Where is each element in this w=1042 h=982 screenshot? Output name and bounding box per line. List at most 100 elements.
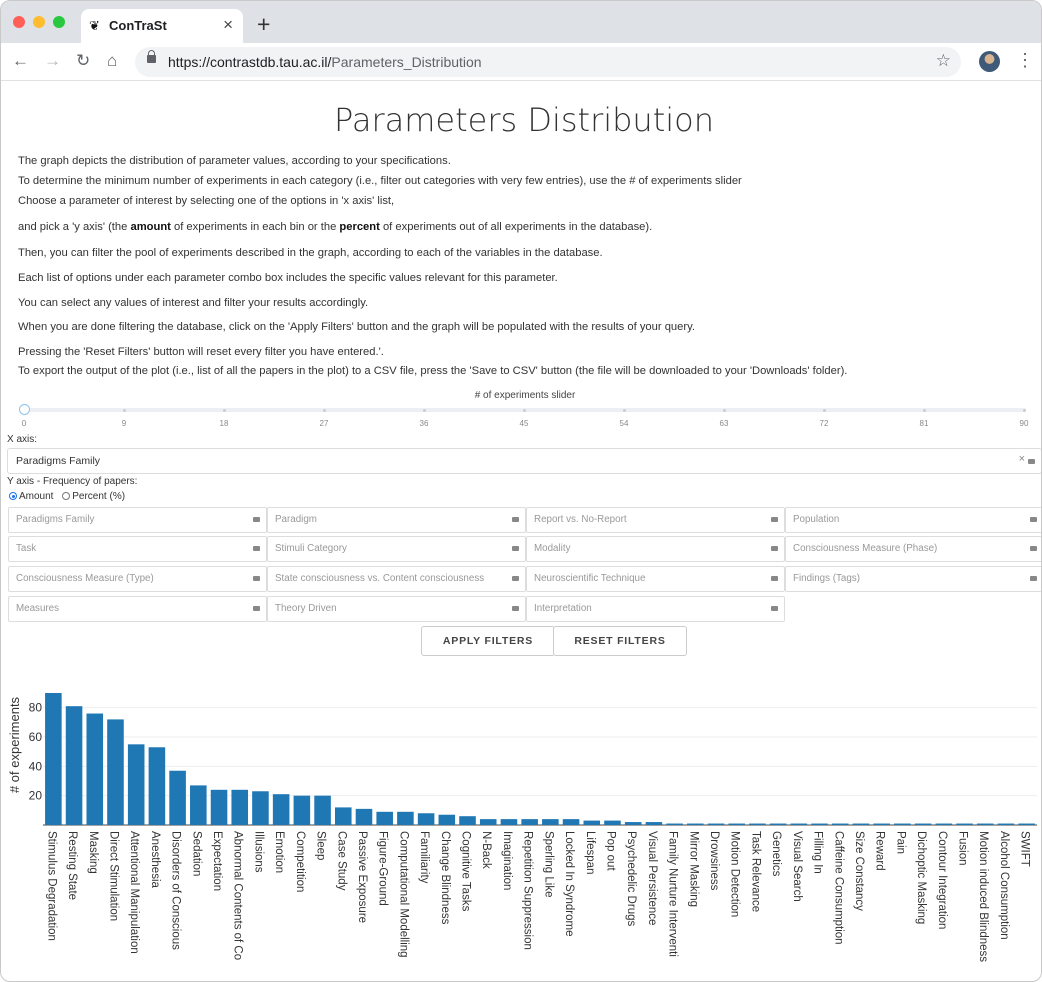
new-tab-icon[interactable]: + — [257, 12, 270, 36]
dropdown-handle-icon[interactable] — [512, 517, 519, 522]
tab-contrast[interactable]: ❦ ConTraSt × — [81, 9, 243, 43]
filter-select-stimuli-category[interactable]: Stimuli Category — [267, 536, 526, 562]
bar[interactable] — [210, 789, 228, 825]
dropdown-handle-icon[interactable] — [512, 546, 519, 551]
filter-select-theory-driven[interactable]: Theory Driven — [267, 596, 526, 622]
bar[interactable] — [459, 816, 476, 825]
bar[interactable] — [293, 795, 311, 825]
bar[interactable] — [169, 770, 186, 825]
filter-select-modality[interactable]: Modality — [526, 536, 785, 562]
bar[interactable] — [562, 819, 580, 825]
back-arrow-icon[interactable]: ← — [12, 51, 29, 71]
dropdown-handle-icon[interactable] — [253, 606, 260, 611]
bar[interactable] — [604, 820, 621, 825]
experiments-slider-handle[interactable] — [19, 404, 30, 415]
address-bar[interactable]: https://contrastdb.tau.ac.il/Parameters_… — [135, 47, 961, 77]
filter-select-interpretation[interactable]: Interpretation — [526, 596, 785, 622]
dropdown-handle-icon[interactable] — [1028, 459, 1035, 464]
reset-filters-button[interactable]: RESET FILTERS — [553, 626, 687, 656]
filter-select-report-vs-no-report[interactable]: Report vs. No-Report — [526, 507, 785, 533]
bar[interactable] — [127, 744, 145, 825]
dropdown-handle-icon[interactable] — [1030, 576, 1037, 581]
filter-select-population[interactable]: Population — [785, 507, 1041, 533]
bar[interactable] — [707, 823, 725, 825]
bar[interactable] — [148, 747, 166, 825]
bar[interactable] — [624, 822, 642, 825]
bar[interactable] — [790, 823, 808, 825]
dropdown-handle-icon[interactable] — [771, 546, 778, 551]
bar[interactable] — [231, 789, 249, 825]
filter-select-paradigm[interactable]: Paradigm — [267, 507, 526, 533]
dropdown-handle-icon[interactable] — [253, 546, 260, 551]
maximize-window-button[interactable] — [53, 16, 65, 28]
bar[interactable] — [852, 823, 870, 825]
filter-select-consciousness-measure-phase[interactable]: Consciousness Measure (Phase) — [785, 536, 1041, 562]
radio-amount-indicator[interactable] — [9, 492, 17, 500]
bar[interactable] — [397, 811, 414, 825]
clear-x-axis-icon[interactable]: × — [1019, 453, 1025, 465]
bar[interactable] — [107, 719, 124, 825]
bar[interactable] — [272, 794, 290, 825]
bar[interactable] — [666, 823, 683, 825]
bar[interactable] — [997, 823, 1015, 825]
filter-select-consciousness-measure-type[interactable]: Consciousness Measure (Type) — [8, 566, 267, 592]
filter-select-neuroscientific-technique[interactable]: Neuroscientific Technique — [526, 566, 785, 592]
profile-avatar[interactable] — [979, 51, 1000, 72]
forward-arrow-icon[interactable]: → — [44, 51, 61, 71]
dropdown-handle-icon[interactable] — [512, 606, 519, 611]
bar[interactable] — [831, 823, 849, 825]
bar[interactable] — [769, 823, 787, 825]
bar[interactable] — [86, 713, 104, 825]
bar[interactable] — [314, 795, 331, 825]
dropdown-handle-icon[interactable] — [771, 517, 778, 522]
dropdown-handle-icon[interactable] — [512, 576, 519, 581]
dropdown-handle-icon[interactable] — [1030, 546, 1037, 551]
radio-amount[interactable]: Amount — [9, 491, 53, 502]
reload-icon[interactable]: ↻ — [76, 51, 90, 71]
bar[interactable] — [894, 823, 911, 825]
dropdown-handle-icon[interactable] — [771, 576, 778, 581]
bar[interactable] — [914, 823, 932, 825]
dropdown-handle-icon[interactable] — [253, 517, 260, 522]
menu-kebab-icon[interactable]: ⋮ — [1016, 50, 1034, 71]
bar[interactable] — [190, 785, 207, 825]
bar[interactable] — [749, 823, 766, 825]
bookmark-star-icon[interactable]: ☆ — [936, 51, 951, 71]
home-icon[interactable]: ⌂ — [107, 51, 117, 71]
filter-select-findings-tags[interactable]: Findings (Tags) — [785, 566, 1041, 592]
bar[interactable] — [500, 819, 518, 825]
bar[interactable] — [438, 814, 456, 825]
bar[interactable] — [687, 823, 704, 825]
radio-percent[interactable]: Percent (%) — [62, 491, 125, 502]
bar[interactable] — [65, 706, 83, 825]
bar[interactable] — [728, 823, 746, 825]
bar[interactable] — [45, 693, 62, 825]
bar[interactable] — [252, 791, 269, 825]
bar[interactable] — [417, 813, 435, 825]
bar[interactable] — [334, 807, 352, 825]
filter-select-task[interactable]: Task — [8, 536, 267, 562]
dropdown-handle-icon[interactable] — [253, 576, 260, 581]
bar[interactable] — [935, 823, 953, 825]
bar[interactable] — [583, 820, 601, 825]
bar[interactable] — [811, 823, 828, 825]
filter-select-paradigms-family[interactable]: Paradigms Family — [8, 507, 267, 533]
filter-select-state-consciousness-vs-content-consciousness[interactable]: State consciousness vs. Content consciou… — [267, 566, 526, 592]
bar[interactable] — [376, 811, 393, 825]
bar[interactable] — [479, 819, 497, 825]
dropdown-handle-icon[interactable] — [1030, 517, 1037, 522]
bar[interactable] — [976, 823, 994, 825]
minimize-window-button[interactable] — [33, 16, 45, 28]
filter-select-measures[interactable]: Measures — [8, 596, 267, 622]
bar[interactable] — [873, 823, 890, 825]
bar[interactable] — [1018, 823, 1035, 825]
close-window-button[interactable] — [13, 16, 25, 28]
bar[interactable] — [355, 808, 373, 825]
bar[interactable] — [645, 822, 663, 825]
close-tab-icon[interactable]: × — [223, 15, 233, 35]
bar[interactable] — [956, 823, 973, 825]
dropdown-handle-icon[interactable] — [771, 606, 778, 611]
apply-filters-button[interactable]: APPLY FILTERS — [421, 626, 555, 656]
bar[interactable] — [542, 819, 559, 825]
bar[interactable] — [521, 819, 538, 825]
